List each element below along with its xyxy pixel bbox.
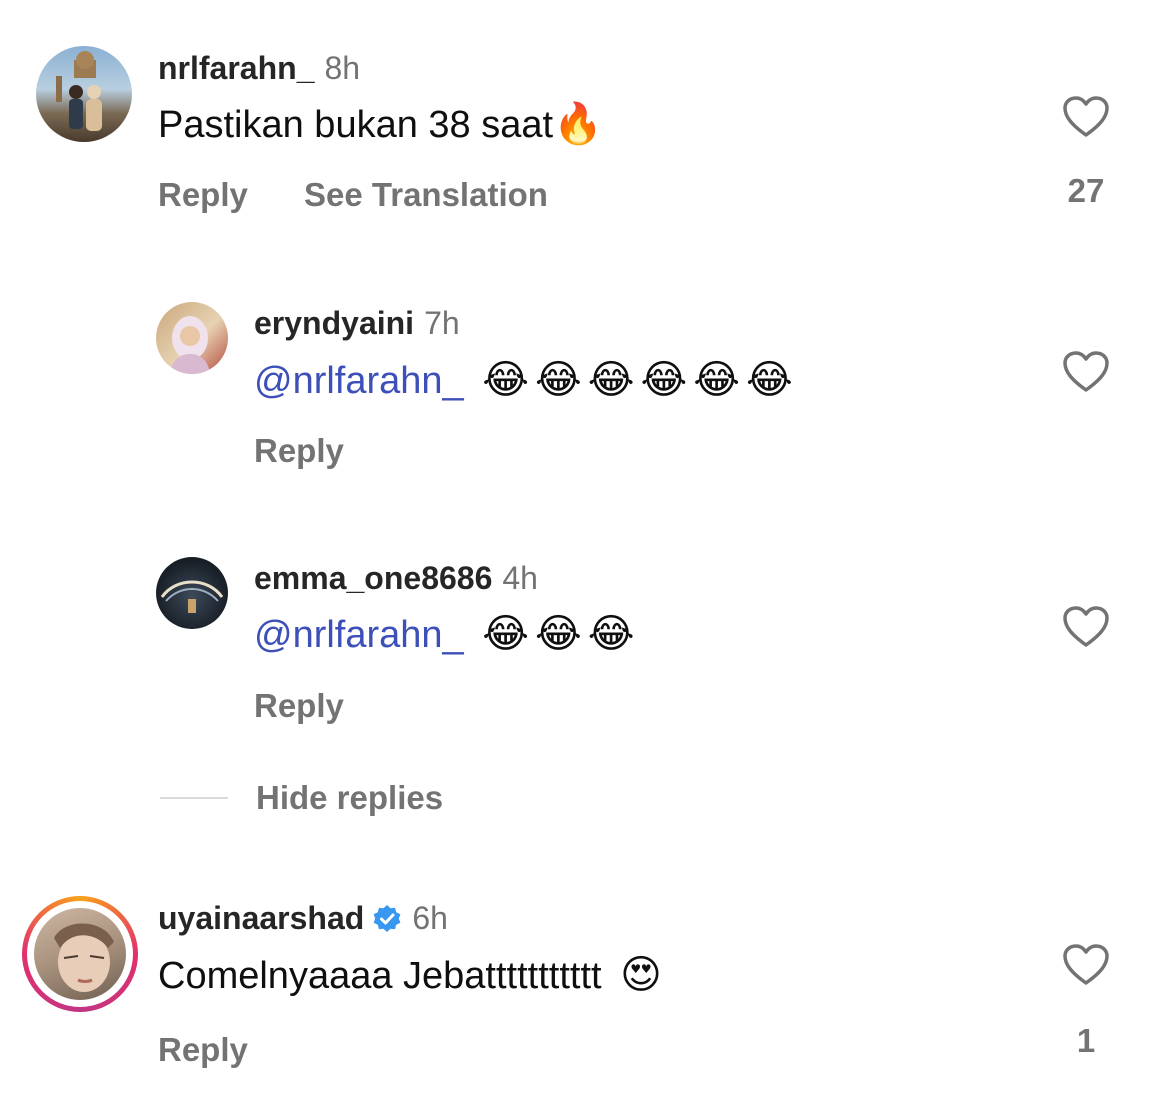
avatar-uyainaarshad <box>34 908 126 1000</box>
heart-eyes-emoji: 😍 <box>620 953 662 997</box>
comment-header: uyainaarshad 6h <box>158 900 448 942</box>
heart-outline-icon[interactable] <box>1062 350 1110 394</box>
avatar-nrlfarahn[interactable] <box>36 46 132 142</box>
comment-body: Comelnyaaaa Jebattttttttttt <box>158 955 602 997</box>
mention-link[interactable]: @nrlfarahn_ <box>254 360 464 402</box>
replies-divider <box>160 797 228 799</box>
comment-header: emma_one8686 4h <box>254 560 538 597</box>
story-ring[interactable] <box>22 896 138 1012</box>
like-count[interactable]: 1 <box>1056 1022 1116 1060</box>
hide-replies-button[interactable]: Hide replies <box>256 779 443 817</box>
mention-link[interactable]: @nrlfarahn_ <box>254 614 464 656</box>
username[interactable]: uyainaarshad <box>158 900 364 936</box>
timestamp: 4h <box>502 560 538 596</box>
laughing-emoji-group: 😂😂😂 <box>482 612 641 656</box>
avatar-photo <box>170 316 210 374</box>
avatar-photo <box>56 51 102 131</box>
username[interactable]: nrlfarahn_ <box>158 50 314 86</box>
timestamp: 8h <box>324 50 361 86</box>
timestamp: 7h <box>424 305 460 341</box>
comment-text: @nrlfarahn_ 😂😂😂 <box>254 614 640 657</box>
laughing-emoji-group: 😂😂😂😂😂😂 <box>482 358 799 402</box>
heart-outline-icon[interactable] <box>1062 943 1110 987</box>
like-count[interactable]: 27 <box>1056 172 1116 210</box>
comment-text: Pastikan bukan 38 saat🔥 <box>158 104 603 147</box>
see-translation-button[interactable]: See Translation <box>304 176 548 214</box>
username[interactable]: eryndyaini <box>254 305 414 341</box>
comment-text: @nrlfarahn_ 😂😂😂😂😂😂 <box>254 360 799 403</box>
timestamp: 6h <box>412 900 448 936</box>
comment-text: Comelnyaaaa Jebattttttttttt 😍 <box>158 955 662 998</box>
comment-body: Pastikan bukan 38 saat <box>158 104 554 146</box>
avatar-emma-one8686[interactable] <box>156 557 228 629</box>
comment-header: eryndyaini 7h <box>254 305 460 342</box>
comment-header: nrlfarahn_ 8h <box>158 50 360 87</box>
avatar-eryndyaini[interactable] <box>156 302 228 374</box>
reply-button[interactable]: Reply <box>158 176 248 214</box>
heart-outline-icon[interactable] <box>1062 95 1110 139</box>
reply-button[interactable]: Reply <box>158 1031 248 1069</box>
avatar-photo <box>160 580 224 613</box>
fire-emoji: 🔥 <box>553 102 603 146</box>
verified-badge-icon <box>372 904 402 942</box>
reply-button[interactable]: Reply <box>254 432 344 470</box>
username[interactable]: emma_one8686 <box>254 560 492 596</box>
heart-outline-icon[interactable] <box>1062 605 1110 649</box>
reply-button[interactable]: Reply <box>254 687 344 725</box>
avatar-photo <box>54 923 114 992</box>
